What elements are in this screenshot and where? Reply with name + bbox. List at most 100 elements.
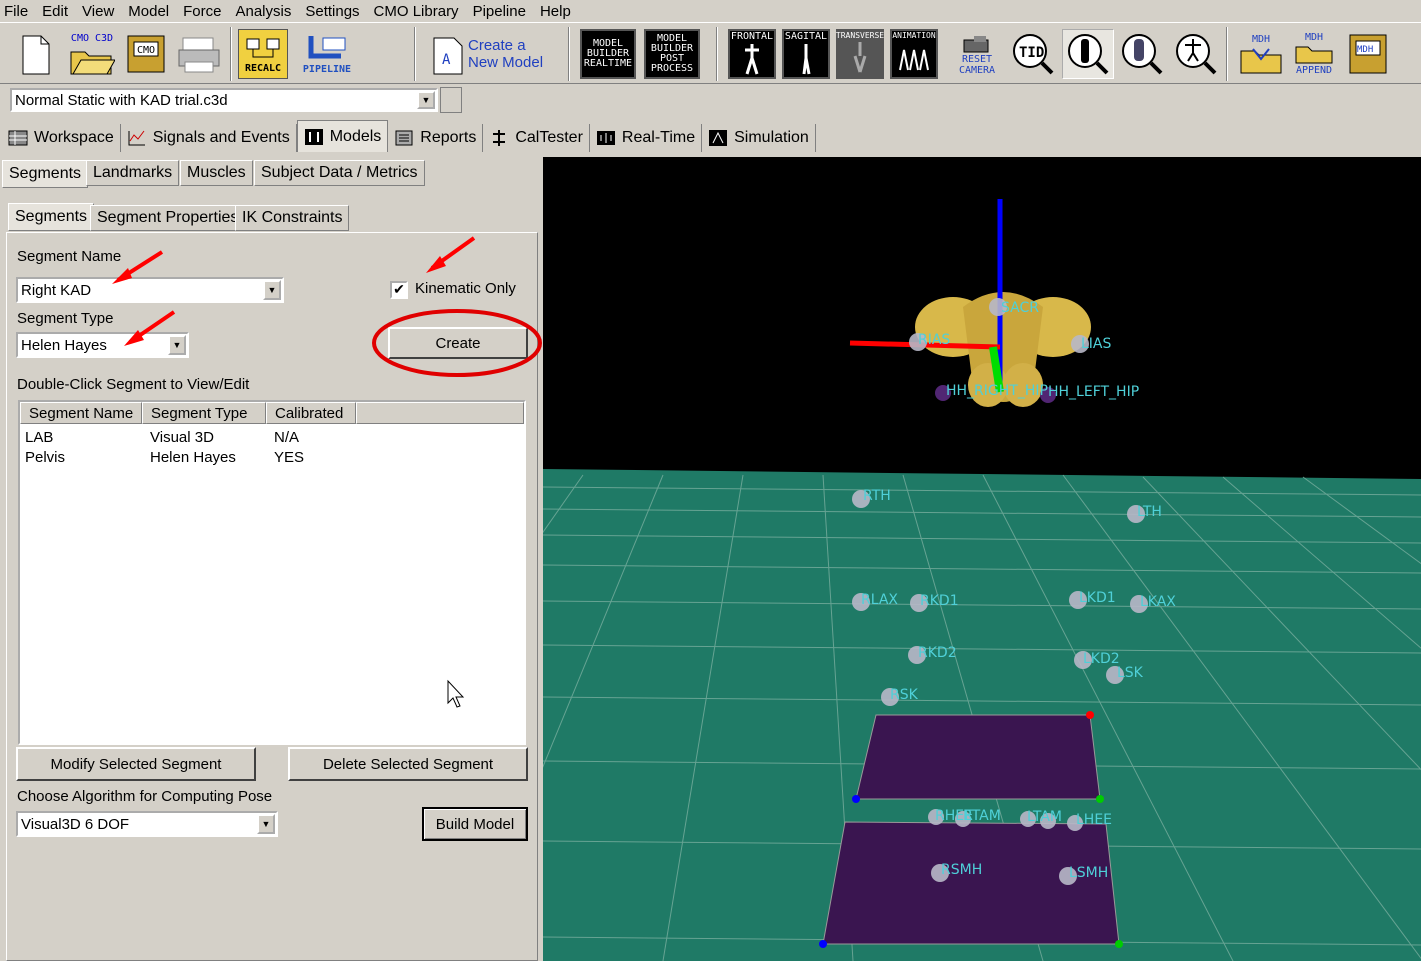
model-builder-realtime-button[interactable]: MODEL BUILDER REALTIME xyxy=(580,29,636,79)
zoom-foot-button[interactable] xyxy=(1116,29,1168,79)
force-plate-1 xyxy=(855,714,1101,800)
marker-label: RTAM xyxy=(963,808,1001,824)
menu-file[interactable]: File xyxy=(4,3,28,20)
new-model-icon: A xyxy=(433,37,463,75)
animation-button[interactable]: ANIMATION xyxy=(890,29,938,79)
file-spinner[interactable] xyxy=(440,87,462,113)
real-time-icon xyxy=(596,131,615,145)
recalc-button[interactable]: RECALC xyxy=(238,29,288,79)
segment-name-value: Right KAD xyxy=(21,281,92,299)
kinematic-only-label: Kinematic Only xyxy=(415,280,516,297)
reset-camera-button[interactable]: RESET CAMERA xyxy=(952,29,1002,79)
floppy-icon: CMO xyxy=(127,35,165,73)
workspace-icon xyxy=(8,130,28,146)
create-new-model-button[interactable]: A Create a New Model xyxy=(428,29,556,79)
toolbar-separator xyxy=(1226,27,1228,81)
innertab-ik-constraints[interactable]: IK Constraints xyxy=(235,205,350,231)
menu-cmo-library[interactable]: CMO Library xyxy=(374,3,459,20)
marker-label: LKAX xyxy=(1140,594,1176,610)
kinematic-only-checkbox[interactable]: ✔ xyxy=(390,281,408,299)
create-model-line2: New Model xyxy=(468,54,544,71)
tab-simulation[interactable]: Simulation xyxy=(702,124,816,152)
delete-selected-segment-button[interactable]: Delete Selected Segment xyxy=(288,747,528,781)
segment-name-field[interactable]: Right KAD ▼ xyxy=(16,277,284,303)
menu-model[interactable]: Model xyxy=(128,3,169,20)
subtab-muscles-label: Muscles xyxy=(187,164,246,181)
subtab-segments[interactable]: Segments xyxy=(2,160,89,188)
column-header-segment-type[interactable]: Segment Type xyxy=(142,402,266,424)
3d-viewport[interactable]: SACR RIAS LIAS HH_RIGHT_HIP HH_LEFT_HIP … xyxy=(543,157,1421,961)
mdh-append-icon xyxy=(1295,46,1333,64)
pipeline-button[interactable]: PIPELINE xyxy=(300,29,354,79)
tab-models-label: Models xyxy=(329,127,382,145)
body-magnifier-icon xyxy=(1068,34,1109,75)
build-model-button[interactable]: Build Model xyxy=(422,807,528,841)
frontal-view-button[interactable]: FRONTAL xyxy=(728,29,776,79)
chevron-down-icon[interactable]: ▼ xyxy=(257,814,275,834)
sagital-view-button[interactable]: SAGITAL xyxy=(782,29,830,79)
svg-text:MDH: MDH xyxy=(1357,45,1373,55)
open-cmo-c3d-button[interactable]: CMO C3D xyxy=(66,29,118,79)
tab-reports[interactable]: Reports xyxy=(388,124,484,152)
segment-list[interactable]: Segment Name Segment Type Calibrated LAB… xyxy=(18,400,526,745)
chevron-down-icon[interactable]: ▼ xyxy=(417,91,435,109)
mb-pp-line4: PROCESS xyxy=(650,63,694,74)
chevron-down-icon[interactable]: ▼ xyxy=(263,280,281,300)
create-button-label: Create xyxy=(435,334,481,352)
mb-rt-line3: REALTIME xyxy=(583,58,633,69)
algorithm-select[interactable]: Visual3D 6 DOF ▼ xyxy=(16,811,278,837)
marker-label: LSK xyxy=(1117,665,1144,681)
segment-type-select[interactable]: Helen Hayes ▼ xyxy=(16,332,189,358)
marker-label: LTH xyxy=(1137,504,1162,520)
create-button[interactable]: Create xyxy=(388,327,528,359)
toolbar: CMO C3D CMO RECALC PIPELINE A Create a N… xyxy=(0,22,1421,84)
subtab-landmarks[interactable]: Landmarks xyxy=(86,160,180,186)
tab-workspace[interactable]: Workspace xyxy=(2,124,121,152)
modify-label: Modify Selected Segment xyxy=(50,755,222,773)
save-cmo-button[interactable]: CMO xyxy=(124,29,168,79)
menu-view[interactable]: View xyxy=(82,3,114,20)
tab-models[interactable]: Models xyxy=(296,120,389,152)
tab-caltester[interactable]: CalTester xyxy=(483,124,590,152)
menu-edit[interactable]: Edit xyxy=(42,3,68,20)
tab-signals-events[interactable]: Signals and Events xyxy=(121,124,297,152)
subtab-subject-data[interactable]: Subject Data / Metrics xyxy=(254,160,425,186)
transverse-view-button[interactable]: TRANSVERSE xyxy=(836,29,884,79)
innertab-segments[interactable]: Segments xyxy=(8,203,95,231)
column-header-calibrated[interactable]: Calibrated xyxy=(266,402,356,424)
model-builder-post-process-button[interactable]: MODEL BUILDER POST PROCESS xyxy=(644,29,700,79)
marker-label: HH_LEFT_HIP xyxy=(1048,384,1139,400)
column-header-segment-name[interactable]: Segment Name xyxy=(20,402,142,424)
menu-analysis[interactable]: Analysis xyxy=(235,3,291,20)
print-button[interactable] xyxy=(174,29,224,79)
row-name: LAB xyxy=(25,429,54,446)
mdh-save-button[interactable]: MDH xyxy=(1344,29,1392,79)
tab-real-time[interactable]: Real-Time xyxy=(590,124,703,152)
menu-settings[interactable]: Settings xyxy=(305,3,359,20)
zoom-person-button[interactable] xyxy=(1170,29,1222,79)
tab-reports-label: Reports xyxy=(420,129,477,146)
menu-pipeline[interactable]: Pipeline xyxy=(473,3,526,20)
file-select[interactable]: Normal Static with KAD trial.c3d ▼ xyxy=(10,88,438,112)
subtab-muscles[interactable]: Muscles xyxy=(180,160,253,186)
row-type: Visual 3D xyxy=(150,429,214,446)
modify-selected-segment-button[interactable]: Modify Selected Segment xyxy=(16,747,256,781)
models-icon xyxy=(304,128,323,145)
mdh-append-button[interactable]: MDH APPEND xyxy=(1290,29,1338,79)
marker-label: SACR xyxy=(1001,300,1039,316)
menu-force[interactable]: Force xyxy=(183,3,221,20)
transverse-label: TRANSVERSE xyxy=(835,31,885,40)
tab-caltester-label: CalTester xyxy=(515,129,583,146)
tid-zoom-button[interactable]: TID xyxy=(1008,29,1058,79)
toolbar-separator xyxy=(568,27,570,81)
new-file-button[interactable] xyxy=(10,29,60,79)
menu-help[interactable]: Help xyxy=(540,3,571,20)
row-calibrated: YES xyxy=(274,449,305,466)
mdh-open-button[interactable]: MDH xyxy=(1236,29,1286,79)
create-model-line1: Create a xyxy=(468,37,526,54)
innertab-segment-properties[interactable]: Segment Properties xyxy=(90,205,246,231)
animation-skeleton-icon xyxy=(899,49,929,71)
zoom-body-button[interactable] xyxy=(1062,29,1114,79)
chevron-down-icon[interactable]: ▼ xyxy=(168,335,186,355)
transverse-skeleton-icon xyxy=(853,42,867,73)
